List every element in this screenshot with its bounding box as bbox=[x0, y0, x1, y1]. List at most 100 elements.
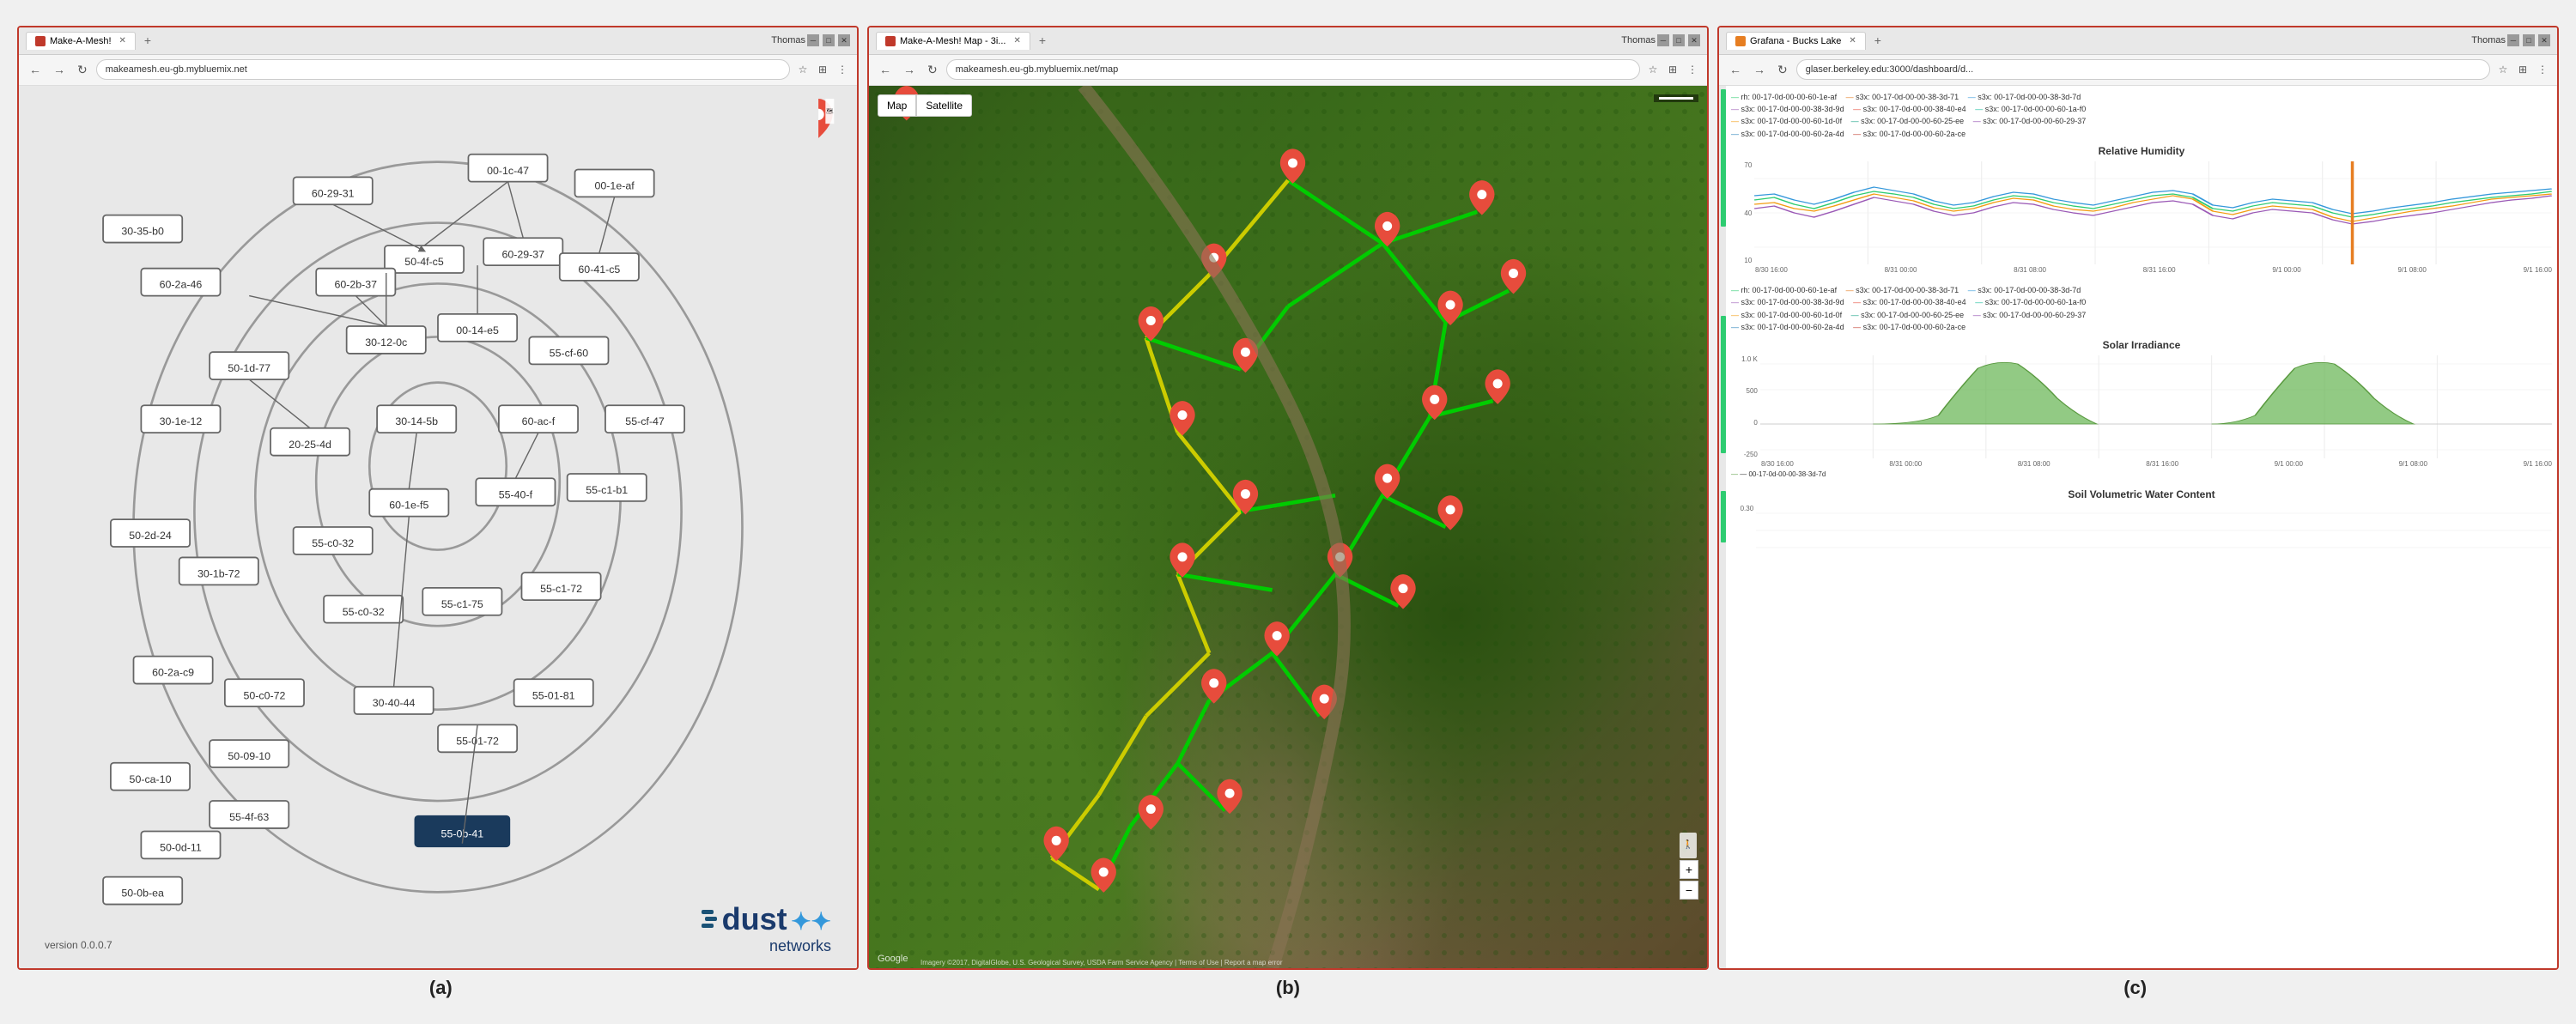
svg-text:55-c1-75: 55-c1-75 bbox=[441, 597, 483, 609]
window-controls-c: ─ □ ✕ bbox=[2507, 34, 2550, 46]
svg-text:55-40-f: 55-40-f bbox=[499, 488, 533, 500]
address-bar-b[interactable]: makeamesh.eu-gb.mybluemix.net/map bbox=[946, 59, 1640, 80]
zoom-out-btn[interactable]: − bbox=[1680, 881, 1698, 900]
reload-btn-c[interactable]: ↻ bbox=[1774, 61, 1791, 79]
svg-text:55-01-72: 55-01-72 bbox=[456, 735, 499, 747]
svg-text:60-2a-c9: 60-2a-c9 bbox=[152, 666, 194, 678]
window-b: Make-A-Mesh! Map - 3i... ✕ + Thomas ─ □ … bbox=[867, 26, 1709, 970]
x-label-2: 8/31 00:00 bbox=[1885, 266, 1917, 274]
extensions-icon-c[interactable]: ⊞ bbox=[2515, 62, 2530, 77]
tab-close-b[interactable]: ✕ bbox=[1013, 36, 1020, 45]
legend-item-s2: — s3x: 00-17-0d-00-00-38-3d-7d bbox=[1968, 91, 2081, 103]
close-btn-a[interactable]: ✕ bbox=[838, 34, 850, 46]
tab-b[interactable]: Make-A-Mesh! Map - 3i... ✕ bbox=[876, 32, 1030, 50]
svg-text:30-14-5b: 30-14-5b bbox=[395, 415, 438, 427]
map-btn-satellite[interactable]: Satellite bbox=[916, 94, 972, 117]
svg-text:00-1e-af: 00-1e-af bbox=[595, 179, 635, 191]
toolbar-a: ← → ↻ makeamesh.eu-gb.mybluemix.net ☆ ⊞ … bbox=[19, 55, 857, 86]
svg-text:55-c0-32: 55-c0-32 bbox=[312, 537, 354, 549]
back-btn-b[interactable]: ← bbox=[876, 61, 895, 78]
close-btn-b[interactable]: ✕ bbox=[1688, 34, 1700, 46]
extensions-icon-a[interactable]: ⊞ bbox=[815, 62, 830, 77]
x-label-5: 9/1 00:00 bbox=[2272, 266, 2300, 274]
maximize-btn-c[interactable]: □ bbox=[2523, 34, 2535, 46]
maximize-btn-a[interactable]: □ bbox=[823, 34, 835, 46]
toolbar-c: ← → ↻ glaser.berkeley.edu:3000/dashboard… bbox=[1719, 55, 2557, 86]
toolbar-icons-b: ☆ ⊞ ⋮ bbox=[1645, 62, 1700, 77]
window-controls-b: ─ □ ✕ bbox=[1657, 34, 1700, 46]
svg-text:50-0b-ea: 50-0b-ea bbox=[121, 887, 164, 899]
svg-text:20-25-4d: 20-25-4d bbox=[289, 438, 331, 450]
forward-btn-a[interactable]: → bbox=[50, 61, 69, 78]
x-label-3: 8/31 08:00 bbox=[2014, 266, 2046, 274]
soil-chart-svg bbox=[1756, 505, 2552, 556]
svg-text:50-1d-77: 50-1d-77 bbox=[228, 362, 270, 374]
forward-btn-b[interactable]: → bbox=[900, 61, 919, 78]
new-tab-b[interactable]: + bbox=[1039, 33, 1046, 47]
solar-chart-section: Solar Irradiance 1.0 K 500 0 -250 bbox=[1731, 339, 2552, 478]
toolbar-icons-c: ☆ ⊞ ⋮ bbox=[2495, 62, 2550, 77]
svg-text:60-2b-37: 60-2b-37 bbox=[334, 278, 377, 290]
zoom-person-icon[interactable]: 🚶 bbox=[1680, 833, 1697, 858]
new-tab-a[interactable]: + bbox=[144, 33, 151, 47]
zoom-in-btn[interactable]: + bbox=[1680, 860, 1698, 879]
menu-icon-c[interactable]: ⋮ bbox=[2535, 62, 2550, 77]
content-c: — rh: 00-17-0d-00-00-60-1e-af — s3x: 00-… bbox=[1719, 86, 2557, 968]
tab-c[interactable]: Grafana - Bucks Lake ✕ bbox=[1726, 32, 1866, 50]
bookmark-icon-b[interactable]: ☆ bbox=[1645, 62, 1661, 77]
reload-btn-a[interactable]: ↻ bbox=[74, 61, 91, 79]
grafana-layout: — rh: 00-17-0d-00-00-60-1e-af — s3x: 00-… bbox=[1719, 86, 2557, 968]
x-label-6: 9/1 08:00 bbox=[2397, 266, 2426, 274]
grafana-main: — rh: 00-17-0d-00-00-60-1e-af — s3x: 00-… bbox=[1726, 86, 2557, 968]
mesh-diagram: 60-29-31 00-1c-47 00-1e-af 60-2a-46 30-3… bbox=[19, 86, 857, 968]
menu-icon-b[interactable]: ⋮ bbox=[1685, 62, 1700, 77]
favicon-c bbox=[1735, 36, 1746, 46]
minimize-btn-b[interactable]: ─ bbox=[1657, 34, 1669, 46]
user-name-c: Thomas bbox=[2471, 35, 2506, 45]
soil-chart-title: Soil Volumetric Water Content bbox=[1731, 488, 2552, 500]
minimize-btn-c[interactable]: ─ bbox=[2507, 34, 2519, 46]
back-btn-c[interactable]: ← bbox=[1726, 61, 1745, 78]
favicon-b bbox=[885, 36, 896, 46]
toolbar-icons-a: ☆ ⊞ ⋮ bbox=[795, 62, 850, 77]
dust-logo-sub: networks bbox=[769, 937, 831, 955]
google-watermark: Google bbox=[878, 954, 908, 964]
svg-text:55-01-81: 55-01-81 bbox=[532, 689, 575, 701]
address-bar-c[interactable]: glaser.berkeley.edu:3000/dashboard/d... bbox=[1796, 59, 2490, 80]
menu-icon-a[interactable]: ⋮ bbox=[835, 62, 850, 77]
maximize-btn-b[interactable]: □ bbox=[1673, 34, 1685, 46]
back-btn-a[interactable]: ← bbox=[26, 61, 45, 78]
bookmark-icon-c[interactable]: ☆ bbox=[2495, 62, 2511, 77]
minimize-btn-a[interactable]: ─ bbox=[807, 34, 819, 46]
x-label-1: 8/30 16:00 bbox=[1755, 266, 1788, 274]
svg-text:00-1c-47: 00-1c-47 bbox=[487, 164, 529, 176]
google-text: Google bbox=[878, 954, 908, 964]
svg-text:50-2d-24: 50-2d-24 bbox=[129, 530, 172, 542]
tab-close-c[interactable]: ✕ bbox=[1849, 36, 1856, 45]
address-bar-a[interactable]: makeamesh.eu-gb.mybluemix.net bbox=[96, 59, 790, 80]
svg-text:55-4f-63: 55-4f-63 bbox=[229, 811, 269, 823]
new-tab-c[interactable]: + bbox=[1874, 33, 1881, 47]
map-btn-map[interactable]: Map bbox=[878, 94, 916, 117]
figure-captions: (a) (b) (c) bbox=[17, 977, 2559, 999]
svg-text:50-c0-72: 50-c0-72 bbox=[243, 689, 285, 701]
tab-label-b: Make-A-Mesh! Map - 3i... bbox=[900, 36, 1005, 46]
svg-text:30-35-b0: 30-35-b0 bbox=[121, 225, 164, 237]
grafana-legend-2: — rh: 00-17-0d-00-00-60-1e-af — s3x: 00-… bbox=[1731, 284, 2552, 334]
content-b: Map Satellite 🚶 + − Google bbox=[869, 86, 1707, 968]
forward-btn-c[interactable]: → bbox=[1750, 61, 1769, 78]
close-btn-c[interactable]: ✕ bbox=[2538, 34, 2550, 46]
legend-item-s7: — s3x: 00-17-0d-00-00-60-25-ee bbox=[1851, 115, 1965, 127]
user-name-a: Thomas bbox=[771, 35, 805, 45]
tab-close-a[interactable]: ✕ bbox=[119, 36, 126, 45]
legend-item-s5: — s3x: 00-17-0d-00-00-60-1a-f0 bbox=[1975, 103, 2086, 115]
extensions-icon-b[interactable]: ⊞ bbox=[1665, 62, 1680, 77]
legend-item-s4: — s3x: 00-17-0d-00-00-38-40-e4 bbox=[1853, 103, 1966, 115]
scale-bar bbox=[1654, 94, 1698, 102]
tab-a[interactable]: Make-A-Mesh! ✕ bbox=[26, 32, 136, 50]
titlebar-c: Grafana - Bucks Lake ✕ + Thomas ─ □ ✕ bbox=[1719, 27, 2557, 55]
svg-text:50-09-10: 50-09-10 bbox=[228, 750, 270, 762]
bookmark-icon-a[interactable]: ☆ bbox=[795, 62, 811, 77]
mesh-page: 🗺 Make-A-Mesh! bbox=[19, 86, 857, 968]
reload-btn-b[interactable]: ↻ bbox=[924, 61, 941, 79]
